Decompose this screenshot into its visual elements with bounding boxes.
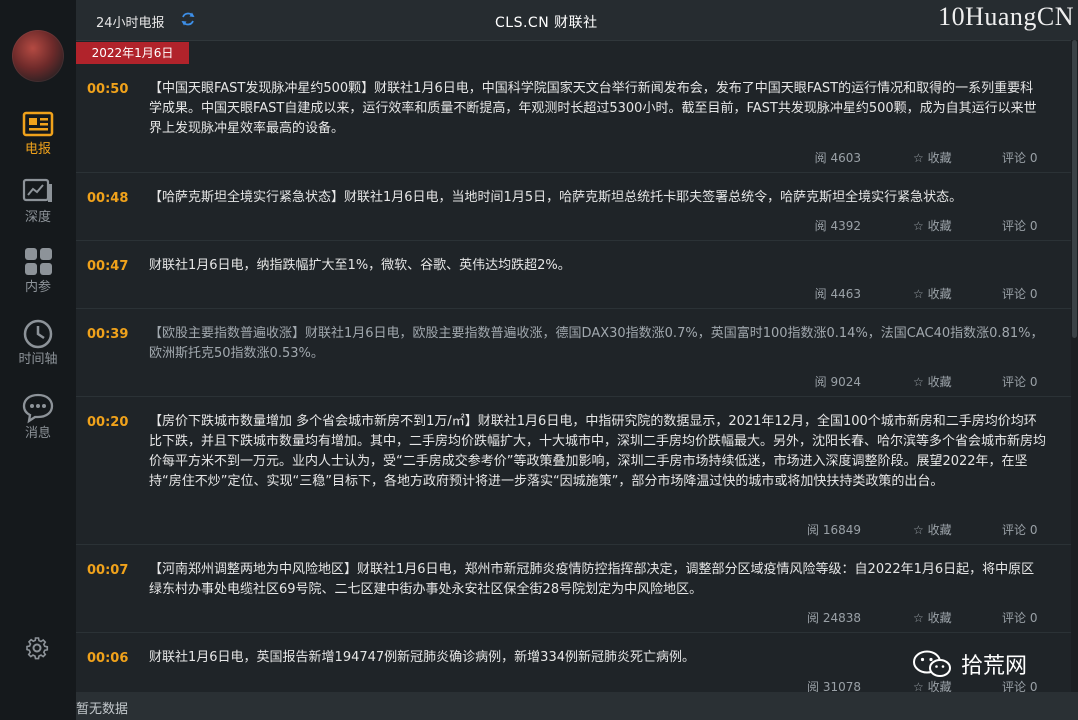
sidebar-item-depth[interactable]: 深度 — [0, 176, 76, 226]
date-badge: 2022年1月6日 — [76, 42, 189, 64]
news-text[interactable]: 财联社1月6日电，纳指跌幅扩大至1%，微软、谷歌、英伟达均跌超2%。 — [149, 256, 1046, 276]
news-text[interactable]: 【哈萨克斯坦全境实行紧急状态】财联社1月6日电，当地时间1月5日，哈萨克斯坦总统… — [149, 188, 1046, 208]
comment-button[interactable]: 评论 0 — [1002, 609, 1037, 626]
news-item: 00:39 【欧股主要指数普遍收涨】财联社1月6日电，欧股主要指数普遍收涨，德国… — [76, 309, 1071, 397]
news-time: 00:48 — [87, 191, 129, 206]
top-header: 24小时电报 CLS.CN 财联社 10HuangCN — [76, 0, 1078, 41]
scrollbar-thumb[interactable] — [1072, 40, 1077, 338]
news-time: 00:39 — [87, 327, 129, 342]
news-item: 00:20 【房价下跌城市数量增加 多个省会城市新房不到1万/㎡】财联社1月6日… — [76, 397, 1071, 545]
sidebar-item-insider[interactable]: 内参 — [0, 246, 76, 296]
news-time: 00:47 — [87, 259, 129, 274]
telegram-icon — [22, 111, 54, 137]
scrollbar[interactable] — [1071, 40, 1078, 692]
read-count: 阅 16849 — [807, 523, 861, 537]
wechat-logo-icon — [913, 650, 951, 677]
comment-button[interactable]: 评论 0 — [1002, 149, 1037, 166]
depth-chart-icon — [22, 178, 52, 202]
news-item: 00:07 【河南郑州调整两地为中风险地区】财联社1月6日电，郑州市新冠肺炎疫情… — [76, 545, 1071, 633]
sidebar-item-label: 时间轴 — [18, 352, 58, 367]
sidebar-item-telegram[interactable]: 电报 — [0, 108, 76, 158]
news-item: 00:48 【哈萨克斯坦全境实行紧急状态】财联社1月6日电，当地时间1月5日，哈… — [76, 173, 1071, 241]
comment-button[interactable]: 评论 0 — [1002, 678, 1037, 692]
news-item: 00:47 财联社1月6日电，纳指跌幅扩大至1%，微软、谷歌、英伟达均跌超2%。… — [76, 241, 1071, 309]
favorite-button[interactable]: ☆ 收藏 — [913, 285, 952, 302]
read-count: 阅 9024 — [814, 375, 861, 389]
watermark-text: 10HuangCN — [938, 2, 1074, 31]
sidebar-item-label: 消息 — [24, 426, 51, 441]
news-time: 00:06 — [87, 651, 129, 666]
favorite-button[interactable]: ☆ 收藏 — [913, 373, 952, 390]
news-text[interactable]: 【中国天眼FAST发现脉冲星约500颗】财联社1月6日电，中国科学院国家天文台举… — [149, 79, 1046, 139]
sidebar: 电报 深度 内参 时间轴 消息 — [0, 0, 76, 720]
comment-button[interactable]: 评论 0 — [1002, 373, 1037, 390]
news-time: 00:07 — [87, 563, 129, 578]
comment-button[interactable]: 评论 0 — [1002, 217, 1037, 234]
watermark-site-name: 拾荒网 — [961, 654, 1028, 679]
refresh-icon[interactable] — [180, 11, 196, 27]
sidebar-item-label: 电报 — [24, 142, 51, 157]
read-count: 阅 4392 — [814, 219, 861, 233]
read-count: 阅 4463 — [814, 287, 861, 301]
favorite-button[interactable]: ☆ 收藏 — [913, 149, 952, 166]
favorite-button[interactable]: ☆ 收藏 — [913, 217, 952, 234]
read-count: 阅 31078 — [807, 680, 861, 692]
sidebar-item-label: 深度 — [24, 210, 51, 225]
read-count: 阅 4603 — [814, 151, 861, 165]
news-time: 00:20 — [87, 415, 129, 430]
brand-title: CLS.CN 财联社 — [495, 15, 598, 31]
read-count: 阅 24838 — [807, 611, 861, 625]
apps-grid-icon — [25, 248, 52, 275]
status-footer: 暂无数据 — [76, 692, 1078, 720]
favorite-button[interactable]: ☆ 收藏 — [913, 609, 952, 626]
chat-bubble-icon — [22, 393, 54, 424]
sidebar-item-timeline[interactable]: 时间轴 — [0, 318, 76, 368]
news-item: 00:50 【中国天眼FAST发现脉冲星约500颗】财联社1月6日电，中国科学院… — [76, 64, 1071, 173]
overlay-watermark: 拾荒网 — [911, 648, 1027, 680]
favorite-button[interactable]: ☆ 收藏 — [913, 521, 952, 538]
comment-button[interactable]: 评论 0 — [1002, 521, 1037, 538]
news-text[interactable]: 【欧股主要指数普遍收涨】财联社1月6日电，欧股主要指数普遍收涨，德国DAX30指… — [149, 324, 1046, 364]
clock-icon — [23, 319, 53, 349]
comment-button[interactable]: 评论 0 — [1002, 285, 1037, 302]
gear-icon[interactable] — [25, 636, 49, 660]
user-avatar[interactable] — [12, 30, 64, 82]
status-text: 暂无数据 — [76, 702, 129, 717]
page-title: 24小时电报 — [96, 16, 165, 31]
news-feed: 00:50 【中国天眼FAST发现脉冲星约500颗】财联社1月6日电，中国科学院… — [76, 64, 1071, 692]
sidebar-item-messages[interactable]: 消息 — [0, 392, 76, 442]
favorite-button[interactable]: ☆ 收藏 — [913, 678, 952, 692]
news-time: 00:50 — [87, 82, 129, 97]
sidebar-item-label: 内参 — [24, 280, 51, 295]
news-text[interactable]: 【房价下跌城市数量增加 多个省会城市新房不到1万/㎡】财联社1月6日电，中指研究… — [149, 412, 1046, 492]
news-text[interactable]: 【河南郑州调整两地为中风险地区】财联社1月6日电，郑州市新冠肺炎疫情防控指挥部决… — [149, 560, 1046, 600]
